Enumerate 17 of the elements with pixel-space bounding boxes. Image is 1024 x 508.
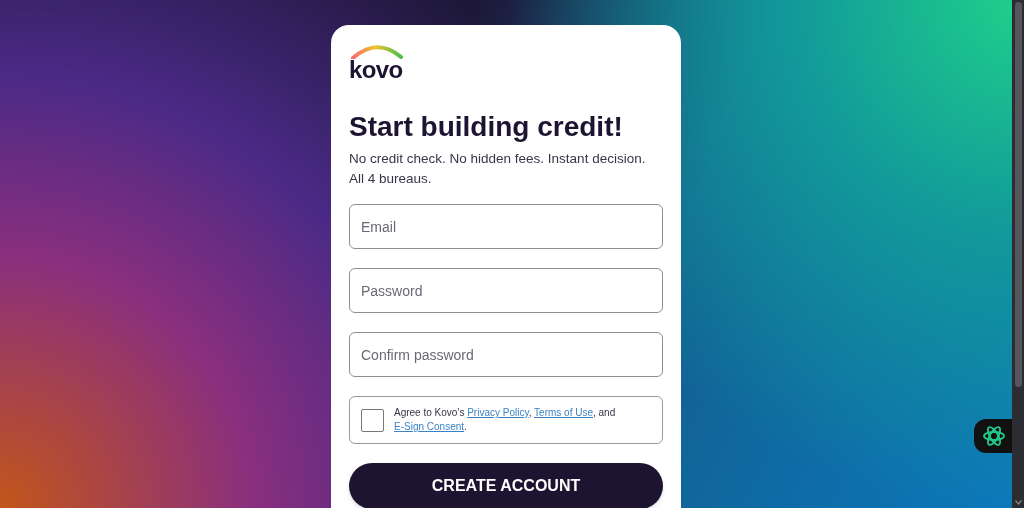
logo-text: kovo [349,58,403,82]
assistant-widget-button[interactable] [974,419,1014,453]
input-field[interactable]: Email [349,204,663,249]
consent-text: Agree to Kovo’s Privacy Policy, Terms of Use, and E-Sign Consent. [394,406,617,434]
consent-checkbox[interactable] [361,408,384,432]
scrollbar[interactable] [1012,0,1024,508]
scroll-down-icon[interactable] [1014,500,1022,505]
input-field[interactable]: Password [349,268,663,313]
consent-link[interactable]: Privacy Policy [467,407,529,418]
scroll-thumb[interactable] [1014,2,1022,387]
create-account-button[interactable]: CREATE ACCOUNT [349,463,663,508]
subtitle: No credit check. No hidden fees. Instant decision. All 4 bureaus. [349,150,647,188]
atom-icon [982,424,1006,448]
heading: Start building credit! [349,110,624,144]
gauge-arc-icon [350,43,404,59]
consent-link[interactable]: Terms of Use [534,407,593,418]
input-field[interactable]: Confirm password [349,332,663,377]
